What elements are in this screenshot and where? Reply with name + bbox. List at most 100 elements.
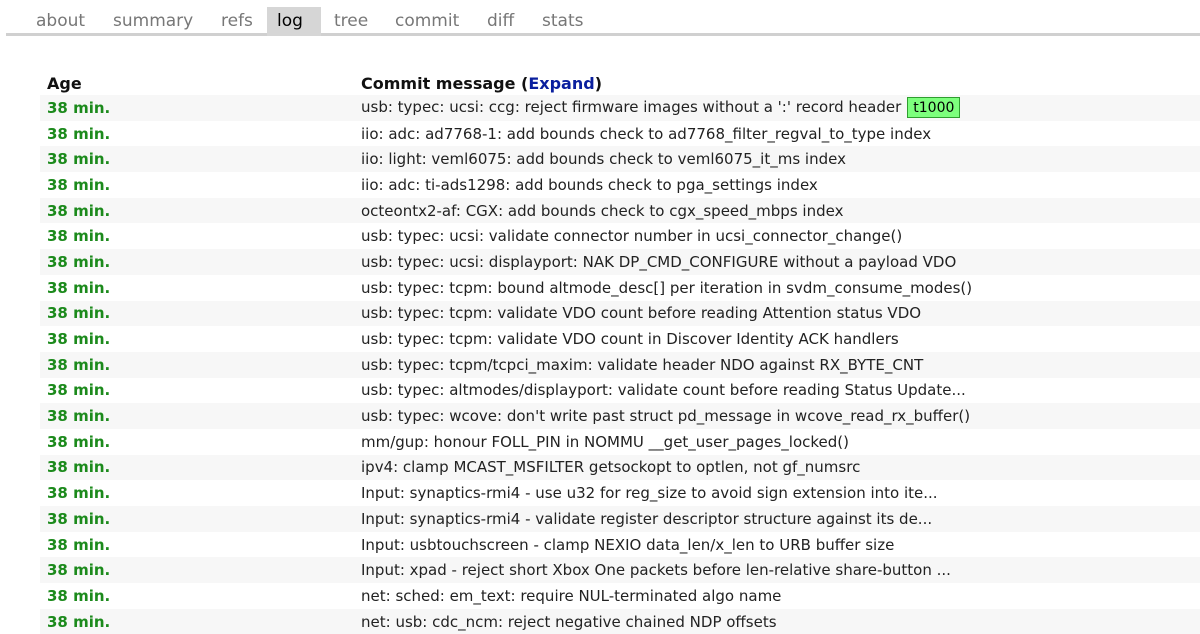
commit-age: 38 min. [47, 484, 111, 503]
commit-message-link[interactable]: ipv4: clamp MCAST_MSFILTER getsockopt to… [361, 458, 860, 476]
commit-message-link[interactable]: net: usb: cdc_ncm: reject negative chain… [361, 613, 777, 631]
commit-message-cell: usb: typec: ucsi: validate connector num… [354, 223, 1200, 249]
tab-tree[interactable]: tree [324, 7, 378, 36]
commit-age: 38 min. [47, 586, 111, 605]
commit-message-cell: ipv4: clamp MCAST_MSFILTER getsockopt to… [354, 454, 1200, 481]
table-row: 38 min. octeontx2-af: CGX: add bounds che… [40, 197, 1200, 224]
table-row: 38 min. usb: typec: ucsi: displayport: NA… [40, 249, 1200, 275]
table-row: 38 min. usb: typec: tcpm/tcpci_maxim: val… [40, 351, 1200, 378]
commit-message-link[interactable]: usb: typec: wcove: don't write past stru… [361, 407, 970, 425]
age-column-header: Age [47, 73, 82, 93]
commit-message-link[interactable]: usb: typec: tcpm: bound altmode_desc[] p… [361, 279, 972, 297]
commit-message-link[interactable]: net: sched: em_text: require NUL-termina… [361, 587, 781, 605]
table-row: 38 min. usb: typec: ucsi: ccg: reject fir… [40, 95, 1200, 121]
commit-message-cell: mm/gup: honour FOLL_PIN in NOMMU __get_u… [354, 429, 1200, 455]
commit-age: 38 min. [47, 535, 111, 554]
commit-list: 38 min. usb: typec: ucsi: ccg: reject fir… [40, 95, 1200, 634]
tab-commit[interactable]: commit [385, 7, 469, 36]
tab-diff[interactable]: diff [477, 7, 524, 36]
commit-message-link[interactable]: Input: synaptics-rmi4 - validate registe… [361, 510, 932, 528]
commit-message-cell: Input: xpad - reject short Xbox One pack… [354, 557, 1200, 584]
commit-message-link[interactable]: usb: typec: tcpm: validate VDO count in … [361, 330, 899, 348]
tab-log[interactable]: log [267, 7, 321, 36]
table-header-row: Age Commit message (Expand) [40, 71, 1200, 95]
commit-age: 38 min. [47, 124, 111, 143]
commit-age: 38 min. [40, 557, 354, 584]
table-row: 38 min. net: sched: em_text: require NUL-… [40, 583, 1200, 609]
commit-age: 38 min. [40, 403, 354, 429]
commit-age: 38 min. [40, 351, 354, 378]
commit-age: 38 min. [47, 227, 111, 246]
commit-message-link[interactable]: usb: typec: ucsi: ccg: reject firmware i… [361, 98, 901, 116]
expand-link[interactable]: Expand [528, 74, 594, 93]
commit-message-cell: iio: adc: ti-ads1298: add bounds check t… [354, 172, 1200, 198]
tab-about[interactable]: about [26, 7, 95, 36]
tag-badge[interactable]: t1000 [907, 97, 961, 119]
table-row: 38 min. usb: typec: altmodes/displayport:… [40, 378, 1200, 404]
table-row: 38 min. Input: synaptics-rmi4 - validate … [40, 506, 1200, 532]
table-row: 38 min. net: usb: cdc_ncm: reject negativ… [40, 608, 1200, 634]
commit-age: 38 min. [40, 506, 354, 532]
tab-summary[interactable]: summary [103, 7, 203, 36]
commit-message-link[interactable]: usb: typec: altmodes/displayport: valida… [361, 381, 966, 399]
commit-age: 38 min. [40, 146, 354, 173]
commit-age: 38 min. [40, 197, 354, 224]
commit-age: 38 min. [47, 432, 111, 451]
commit-message-cell: usb: typec: ucsi: ccg: reject firmware i… [354, 95, 1200, 121]
commit-message-link[interactable]: mm/gup: honour FOLL_PIN in NOMMU __get_u… [361, 433, 849, 451]
commit-message-link[interactable]: Input: usbtouchscreen - clamp NEXIO data… [361, 536, 894, 554]
commit-age: 38 min. [40, 300, 354, 327]
message-column-header: Commit message (Expand) [354, 71, 1200, 95]
commit-age: 38 min. [47, 330, 111, 349]
commit-message-cell: usb: typec: ucsi: displayport: NAK DP_CM… [354, 249, 1200, 275]
tab-stats[interactable]: stats [532, 7, 593, 36]
expand-close-paren: ) [594, 73, 602, 93]
commit-message-cell: usb: typec: tcpm: bound altmode_desc[] p… [354, 275, 1200, 301]
table-row: 38 min. usb: typec: tcpm: bound altmode_d… [40, 275, 1200, 301]
table-row: 38 min. Input: synaptics-rmi4 - use u32 f… [40, 480, 1200, 506]
commit-message-link[interactable]: usb: typec: ucsi: validate connector num… [361, 227, 902, 245]
commit-message-link[interactable]: usb: typec: tcpm: validate VDO count bef… [361, 304, 921, 322]
commit-message-cell: Input: synaptics-rmi4 - validate registe… [354, 506, 1200, 532]
commit-message-cell: net: sched: em_text: require NUL-termina… [354, 583, 1200, 609]
table-row: 38 min. Input: usbtouchscreen - clamp NEX… [40, 532, 1200, 558]
commit-message-link[interactable]: usb: typec: ucsi: displayport: NAK DP_CM… [361, 253, 956, 271]
commit-age: 38 min. [40, 608, 354, 634]
commit-age: 38 min. [40, 95, 354, 121]
commit-age: 38 min. [47, 278, 111, 297]
commit-message-link[interactable]: Input: xpad - reject short Xbox One pack… [361, 561, 951, 579]
commit-message-cell: iio: adc: ad7768-1: add bounds check to … [354, 121, 1200, 147]
commit-message-cell: usb: typec: tcpm: validate VDO count bef… [354, 300, 1200, 327]
table-row: 38 min. iio: adc: ad7768-1: add bounds ch… [40, 121, 1200, 147]
commit-age: 38 min. [40, 249, 354, 275]
commit-log-table: Age Commit message (Expand) 38 min. usb: … [40, 71, 1200, 634]
commit-message-cell: octeontx2-af: CGX: add bounds check to c… [354, 197, 1200, 224]
table-row: 38 min. usb: typec: tcpm: validate VDO co… [40, 326, 1200, 352]
commit-message-link[interactable]: usb: typec: tcpm/tcpci_maxim: validate h… [361, 356, 923, 374]
message-header-label: Commit message [361, 73, 516, 93]
commit-message-link[interactable]: octeontx2-af: CGX: add bounds check to c… [361, 202, 843, 220]
commit-message-cell: Input: synaptics-rmi4 - use u32 for reg_… [354, 480, 1200, 506]
table-row: 38 min. usb: typec: ucsi: validate connec… [40, 223, 1200, 249]
commit-message-cell: Input: usbtouchscreen - clamp NEXIO data… [354, 532, 1200, 558]
tab-bar: about summary refs log tree commit diff … [6, 0, 1200, 36]
commit-age: 38 min. [47, 175, 111, 194]
table-row: 38 min. ipv4: clamp MCAST_MSFILTER getsoc… [40, 454, 1200, 481]
commit-message-cell: usb: typec: wcove: don't write past stru… [354, 403, 1200, 429]
commit-message-link[interactable]: iio: adc: ti-ads1298: add bounds check t… [361, 176, 818, 194]
commit-message-cell: usb: typec: altmodes/displayport: valida… [354, 378, 1200, 404]
commit-message-cell: iio: light: veml6075: add bounds check t… [354, 146, 1200, 173]
commit-age: 38 min. [47, 381, 111, 400]
commit-message-link[interactable]: iio: adc: ad7768-1: add bounds check to … [361, 125, 931, 143]
tab-refs[interactable]: refs [211, 7, 263, 36]
table-row: 38 min. iio: light: veml6075: add bounds … [40, 146, 1200, 173]
table-row: 38 min. usb: typec: wcove: don't write pa… [40, 403, 1200, 429]
commit-message-link[interactable]: iio: light: veml6075: add bounds check t… [361, 150, 846, 168]
commit-message-cell: usb: typec: tcpm/tcpci_maxim: validate h… [354, 351, 1200, 378]
commit-message-cell: usb: typec: tcpm: validate VDO count in … [354, 326, 1200, 352]
table-row: 38 min. mm/gup: honour FOLL_PIN in NOMMU … [40, 429, 1200, 455]
table-row: 38 min. Input: xpad - reject short Xbox O… [40, 557, 1200, 584]
commit-message-link[interactable]: Input: synaptics-rmi4 - use u32 for reg_… [361, 484, 938, 502]
commit-message-cell: net: usb: cdc_ncm: reject negative chain… [354, 608, 1200, 634]
table-row: 38 min. usb: typec: tcpm: validate VDO co… [40, 300, 1200, 327]
